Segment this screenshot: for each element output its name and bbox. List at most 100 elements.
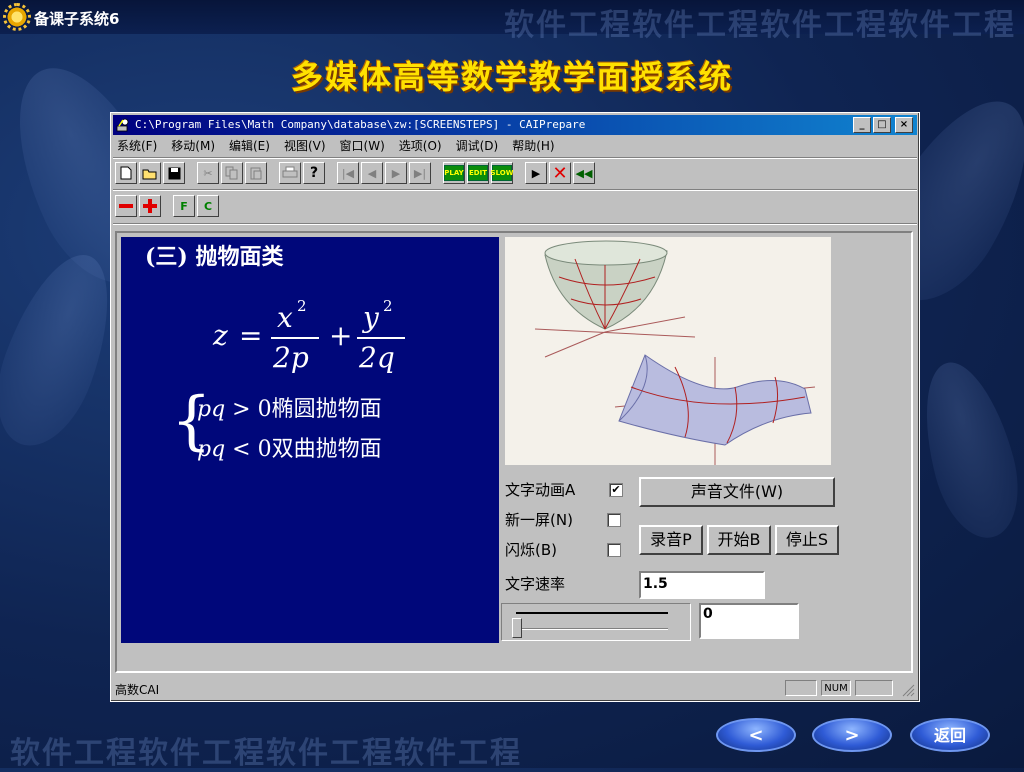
formula-y: y bbox=[363, 301, 379, 334]
minimize-button[interactable]: _ bbox=[853, 117, 871, 133]
play-triangle-icon: ▶ bbox=[531, 166, 541, 180]
record-button[interactable]: 录音P bbox=[639, 525, 703, 555]
flash-checkbox[interactable] bbox=[607, 543, 621, 557]
resize-grip-icon[interactable] bbox=[901, 683, 915, 697]
next-slide-button[interactable]: > bbox=[812, 718, 892, 752]
menu-help[interactable]: 帮助(H) bbox=[510, 137, 556, 155]
edit-mode-button[interactable]: EDIT bbox=[467, 162, 489, 184]
status-bar: 高数CAI NUM bbox=[113, 677, 917, 699]
play-badge-icon: PLAY bbox=[444, 165, 464, 181]
formula-y-exponent: 2 bbox=[383, 297, 393, 315]
remove-button[interactable] bbox=[115, 195, 137, 217]
sun-logo-icon bbox=[3, 3, 31, 31]
speed-slider[interactable] bbox=[501, 603, 691, 641]
sound-file-button[interactable]: 声音文件(W) bbox=[639, 477, 835, 507]
open-folder-icon bbox=[142, 169, 157, 179]
printer-icon bbox=[282, 166, 298, 178]
menu-window[interactable]: 窗口(W) bbox=[338, 137, 387, 155]
flash-label: 闪烁(B) bbox=[505, 541, 557, 559]
paraboloid-illustration bbox=[534, 240, 816, 465]
stop-red-x-button[interactable]: ✕ bbox=[549, 162, 571, 184]
window-titlebar[interactable]: C:\Program Files\Math Company\database\z… bbox=[113, 115, 917, 135]
print-button[interactable] bbox=[279, 162, 301, 184]
copy-icon bbox=[225, 166, 238, 180]
maximize-button[interactable]: □ bbox=[873, 117, 891, 133]
formula-x: x bbox=[277, 301, 293, 334]
case-lhs: pq bbox=[197, 437, 226, 462]
text-speed-label: 文字速率 bbox=[505, 575, 566, 593]
formula-z: z bbox=[213, 319, 228, 352]
case-text: 双曲抛物面 bbox=[271, 437, 382, 462]
red-minus-icon bbox=[119, 204, 133, 208]
rewind-icon: ◀◀ bbox=[575, 166, 593, 180]
case-rhs: 0 bbox=[257, 437, 272, 462]
return-button[interactable]: 返回 bbox=[910, 718, 990, 752]
slider-thumb[interactable] bbox=[512, 618, 522, 638]
slider-track-top bbox=[516, 612, 668, 614]
open-file-button[interactable] bbox=[139, 162, 161, 184]
paste-button[interactable] bbox=[245, 162, 267, 184]
menu-system[interactable]: 系统(F) bbox=[115, 137, 159, 155]
add-button[interactable] bbox=[139, 195, 161, 217]
case-operator: < bbox=[232, 437, 251, 462]
c-button[interactable]: C bbox=[197, 195, 219, 217]
play-mode-button[interactable]: PLAY bbox=[443, 162, 465, 184]
skip-first-icon: |◀ bbox=[341, 166, 355, 180]
flower-petal-decoration bbox=[908, 352, 1024, 548]
next-step-button[interactable]: ▶ bbox=[385, 162, 407, 184]
menu-view[interactable]: 视图(V) bbox=[282, 137, 328, 155]
text-animation-checkbox[interactable]: ✔ bbox=[609, 483, 623, 497]
menu-move[interactable]: 移动(M) bbox=[169, 137, 217, 155]
formula: z = x 2 2p + y 2 2q bbox=[213, 297, 453, 387]
text-animation-label: 文字动画A bbox=[505, 481, 576, 499]
app-window: C:\Program Files\Math Company\database\z… bbox=[110, 112, 920, 702]
previous-slide-button[interactable]: < bbox=[716, 718, 796, 752]
save-button[interactable] bbox=[163, 162, 185, 184]
slider-track bbox=[516, 628, 668, 630]
copy-button[interactable] bbox=[221, 162, 243, 184]
new-screen-checkbox[interactable] bbox=[607, 513, 621, 527]
new-screen-label: 新一屏(N) bbox=[505, 511, 573, 529]
red-plus-icon bbox=[143, 199, 157, 213]
toolbar-divider bbox=[113, 189, 917, 191]
menu-debug[interactable]: 调试(D) bbox=[454, 137, 501, 155]
case-row-hyperbolic: pq < 0双曲抛物面 bbox=[197, 431, 382, 463]
formula-denominator-1: 2p bbox=[273, 341, 309, 374]
new-file-button[interactable] bbox=[115, 162, 137, 184]
formula-x-exponent: 2 bbox=[297, 297, 307, 315]
formula-equals: = bbox=[239, 319, 263, 352]
start-button[interactable]: 开始B bbox=[707, 525, 771, 555]
slide-content-panel[interactable]: (三) 抛物面类 z = x 2 2p + y 2 2q { pq > 0椭圆抛… bbox=[121, 237, 499, 643]
close-button[interactable]: × bbox=[895, 117, 913, 133]
case-row-elliptic: pq > 0椭圆抛物面 bbox=[197, 391, 382, 423]
rewind-button[interactable]: ◀◀ bbox=[573, 162, 595, 184]
slow-play-button[interactable]: SLOW bbox=[491, 162, 513, 184]
prev-step-button[interactable]: ◀ bbox=[361, 162, 383, 184]
scissors-icon: ✂ bbox=[203, 166, 213, 180]
menu-options[interactable]: 选项(O) bbox=[397, 137, 444, 155]
bowl-rim bbox=[544, 240, 668, 266]
last-step-button[interactable]: ▶| bbox=[409, 162, 431, 184]
paraboloid-image bbox=[505, 237, 831, 465]
watermark-bottom: 软件工程软件工程软件工程软件工程 bbox=[10, 736, 522, 771]
case-lhs: pq bbox=[197, 397, 226, 422]
slow-play-badge-icon: SLOW bbox=[491, 165, 513, 181]
secondary-toolbar: F C bbox=[115, 192, 219, 220]
c-label: C bbox=[203, 199, 213, 213]
axis-line bbox=[544, 331, 606, 358]
run-button[interactable]: ▶ bbox=[525, 162, 547, 184]
text-speed-input[interactable]: 1.5 bbox=[639, 571, 765, 599]
slider-value-input[interactable]: 0 bbox=[699, 603, 799, 639]
help-button[interactable]: ? bbox=[303, 162, 325, 184]
stop-button[interactable]: 停止S bbox=[775, 525, 839, 555]
slide-title: 多媒体高等数学教学面授系统 bbox=[290, 58, 733, 96]
first-step-button[interactable]: |◀ bbox=[337, 162, 359, 184]
content-heading: (三) 抛物面类 bbox=[145, 244, 284, 270]
cut-button[interactable]: ✂ bbox=[197, 162, 219, 184]
status-num: NUM bbox=[821, 680, 851, 696]
red-x-icon: ✕ bbox=[552, 162, 568, 184]
f-button[interactable]: F bbox=[173, 195, 195, 217]
toolbar-divider bbox=[113, 223, 917, 225]
menu-edit[interactable]: 编辑(E) bbox=[227, 137, 272, 155]
app-icon bbox=[116, 118, 129, 132]
